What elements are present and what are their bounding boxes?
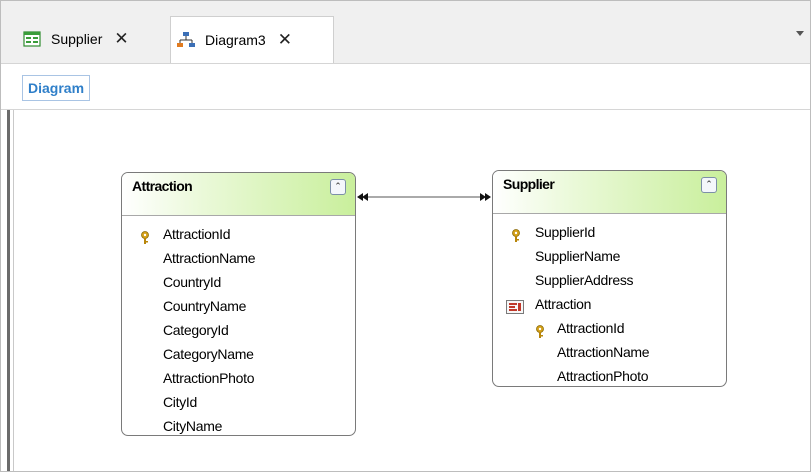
attribute-row[interactable]: CategoryId [122, 318, 355, 342]
attribute-name: CountryId [163, 274, 221, 290]
attribute-name: AttractionId [557, 320, 625, 336]
table-supplier-attributes: SupplierId SupplierName SupplierAddress … [493, 214, 726, 386]
attribute-name: SupplierAddress [535, 272, 634, 288]
attribute-name: SupplierName [535, 248, 621, 264]
table-supplier-header[interactable]: Supplier ⌃ [493, 171, 726, 214]
attribute-row[interactable]: SupplierName [493, 244, 726, 268]
table-attraction-title: Attraction [132, 178, 193, 194]
attribute-row[interactable]: SupplierAddress [493, 268, 726, 292]
attribute-name: AttractionName [557, 344, 650, 360]
level-icon [506, 297, 524, 314]
editor-window: Supplier ✕ Diagram3 ✕ Diagram Attraction… [0, 0, 811, 472]
attribute-name: CountryName [163, 298, 247, 314]
attribute-row[interactable]: AttractionName [493, 340, 726, 364]
attribute-name: CityId [163, 394, 197, 410]
table-attraction-header[interactable]: Attraction ⌃ [122, 173, 355, 216]
table-supplier[interactable]: Supplier ⌃ SupplierId SupplierName Suppl… [492, 170, 727, 387]
attribute-row[interactable]: SupplierId [493, 220, 726, 244]
attribute-name: SupplierId [535, 224, 596, 240]
attribute-row[interactable]: AttractionName [122, 246, 355, 270]
attribute-name: CategoryId [163, 322, 229, 338]
attribute-name: AttractionName [163, 250, 256, 266]
attribute-row[interactable]: AttractionPhoto [122, 366, 355, 390]
table-supplier-title: Supplier [503, 176, 555, 192]
key-icon [511, 226, 521, 242]
attribute-row[interactable]: CountryName [122, 294, 355, 318]
attribute-row[interactable]: AttractionId [493, 316, 726, 340]
attribute-name: CityName [163, 418, 223, 434]
attribute-row[interactable]: CityId [122, 390, 355, 414]
attribute-name: AttractionId [163, 226, 231, 242]
key-icon [535, 322, 545, 338]
key-icon [140, 228, 150, 244]
level-name: Attraction [535, 296, 592, 312]
attribute-name: AttractionPhoto [557, 368, 649, 384]
attribute-name: AttractionPhoto [163, 370, 255, 386]
attribute-row[interactable]: CategoryName [122, 342, 355, 366]
table-attraction[interactable]: Attraction ⌃ AttractionId AttractionName… [121, 172, 356, 436]
attribute-name: CategoryName [163, 346, 254, 362]
collapse-icon[interactable]: ⌃ [330, 179, 346, 195]
attribute-row[interactable]: CityName [122, 414, 355, 435]
attribute-row[interactable]: CountryId [122, 270, 355, 294]
attribute-row[interactable]: AttractionPhoto [493, 364, 726, 386]
attribute-row[interactable]: AttractionId [122, 222, 355, 246]
collapse-icon[interactable]: ⌃ [701, 177, 717, 193]
table-attraction-attributes: AttractionId AttractionName CountryId Co… [122, 216, 355, 435]
subordinated-level-row[interactable]: Attraction [493, 292, 726, 316]
